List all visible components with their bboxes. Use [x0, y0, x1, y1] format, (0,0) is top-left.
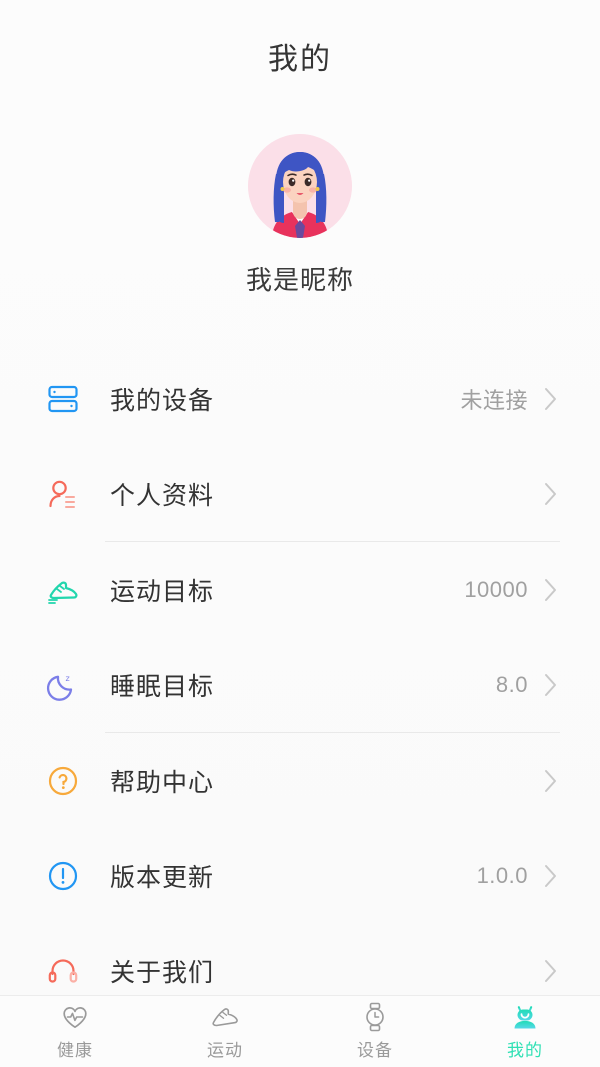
- chevron-right-icon: [542, 385, 560, 413]
- list-item-version-update[interactable]: 版本更新 1.0.0: [0, 828, 600, 923]
- chevron-right-icon: [542, 480, 560, 508]
- chevron-right-icon: [542, 862, 560, 890]
- nickname[interactable]: 我是昵称: [246, 260, 354, 297]
- page-title: 我的: [268, 43, 332, 76]
- headset-icon: [40, 948, 86, 994]
- heart-pulse-icon: [61, 1002, 89, 1032]
- tab-label: 运动: [207, 1041, 243, 1060]
- chevron-right-icon: [542, 767, 560, 795]
- list-item-label: 运动目标: [110, 577, 215, 606]
- device-icon: [40, 376, 86, 422]
- list-item-value: 未连接: [460, 387, 528, 413]
- avatar[interactable]: [248, 134, 352, 238]
- watch-icon: [362, 1002, 388, 1032]
- tab-label: 健康: [57, 1041, 93, 1060]
- tab-label: 我的: [507, 1041, 543, 1060]
- list-item-sleep-goal[interactable]: z 睡眠目标 8.0: [0, 637, 600, 732]
- svg-text:z: z: [66, 674, 70, 683]
- tab-device[interactable]: 设备: [300, 996, 450, 1067]
- list-item-label: 关于我们: [110, 958, 215, 987]
- page-header: 我的: [0, 0, 600, 112]
- chevron-right-icon: [542, 576, 560, 604]
- list-item-label: 帮助中心: [110, 768, 215, 797]
- list-item-label: 睡眠目标: [110, 672, 215, 701]
- list-item-my-device[interactable]: 我的设备 未连接: [0, 351, 600, 446]
- tab-mine[interactable]: 我的: [450, 996, 600, 1067]
- list-item-label: 版本更新: [110, 863, 215, 892]
- profile-section: 我是昵称: [0, 112, 600, 297]
- list-item-value: 1.0.0: [476, 862, 528, 888]
- robot-avatar-icon: [511, 1002, 539, 1032]
- tab-label: 设备: [357, 1041, 393, 1060]
- question-circle-icon: [40, 758, 86, 804]
- person-info-icon: [40, 471, 86, 517]
- moon-sleep-icon: z: [40, 662, 86, 708]
- app-screen: 我的 我是昵称 我的设备 未连接 个人资料 运动目标 10000 z 睡眠目标 …: [0, 0, 600, 1067]
- bottom-tab-bar: 健康 运动 设备 我的: [0, 995, 600, 1067]
- tab-sport[interactable]: 运动: [150, 996, 300, 1067]
- list-item-personal-profile[interactable]: 个人资料: [0, 446, 600, 541]
- sneaker-icon: [40, 567, 86, 613]
- tab-health[interactable]: 健康: [0, 996, 150, 1067]
- list-item-label: 个人资料: [110, 481, 215, 510]
- shoe-icon: [210, 1002, 240, 1032]
- chevron-right-icon: [542, 671, 560, 699]
- list-item-help-center[interactable]: 帮助中心: [0, 733, 600, 828]
- list-item-sport-goal[interactable]: 运动目标 10000: [0, 542, 600, 637]
- list-item-value: 8.0: [495, 671, 528, 697]
- settings-list: 我的设备 未连接 个人资料 运动目标 10000 z 睡眠目标 8.0 帮助中心…: [0, 351, 600, 1067]
- chevron-right-icon: [542, 957, 560, 985]
- list-item-label: 我的设备: [110, 386, 215, 415]
- list-item-value: 10000: [464, 576, 528, 602]
- exclamation-circle-icon: [40, 853, 86, 899]
